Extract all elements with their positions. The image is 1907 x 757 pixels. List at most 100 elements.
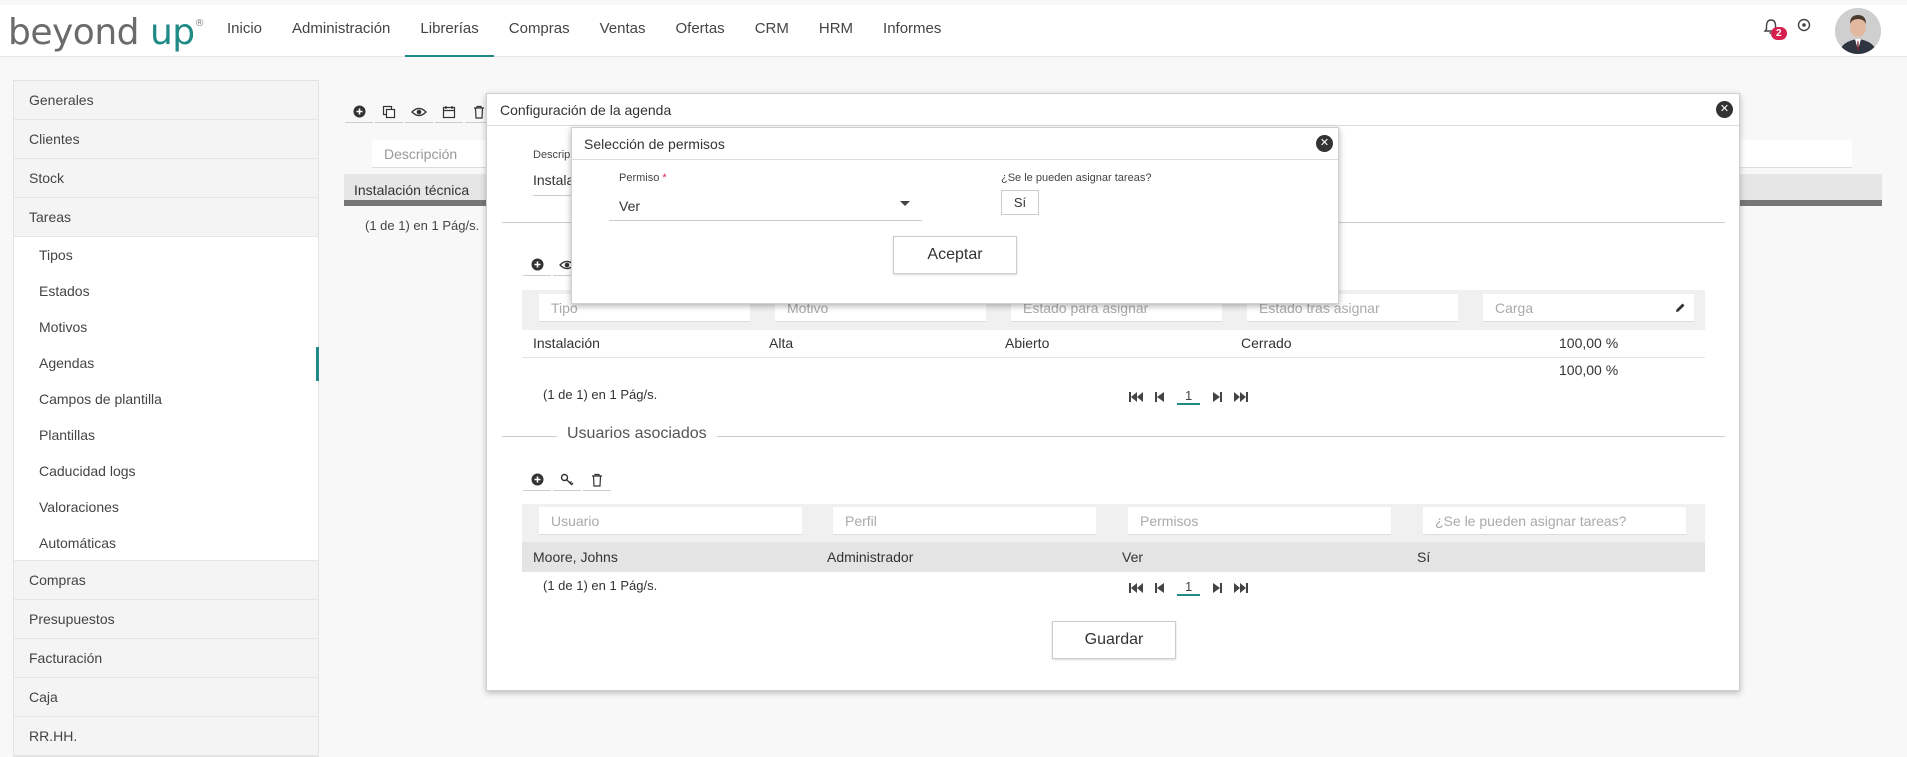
users-add-button[interactable] [523,469,551,491]
first-page-icon[interactable] [1129,391,1143,403]
task-estado-asignar-cell[interactable]: Abierto [1005,335,1049,351]
users-permissions-button[interactable] [553,469,581,491]
perfil-filter[interactable]: Perfil [833,507,1096,535]
plus-circle-icon [531,473,543,486]
sidebar-group-clientes[interactable]: Clientes [14,120,318,159]
background-toolbar [345,101,493,123]
sidebar-group-tareas[interactable]: Tareas [14,198,318,237]
power-icon[interactable] [1797,18,1811,32]
notification-badge: 2 [1771,27,1787,40]
next-page-icon[interactable] [1210,582,1224,594]
task-carga-cell[interactable]: 100,00 % [1559,335,1618,351]
nav-compras[interactable]: Compras [494,5,585,57]
view-button[interactable] [405,101,433,123]
users-toolbar [523,469,611,491]
logo-registered-mark: ® [194,18,205,29]
first-page-icon[interactable] [1129,582,1143,594]
next-page-icon[interactable] [1210,391,1224,403]
sidebar-item-estados[interactable]: Estados [14,273,318,309]
tasks-add-button[interactable] [523,254,551,276]
sidebar-item-caducidad-logs[interactable]: Caducidad logs [14,453,318,489]
key-icon [560,473,574,485]
page-number[interactable]: 1 [1177,579,1201,596]
row-divider [522,357,1705,358]
sidebar: Generales Clientes Stock Tareas Tipos Es… [13,80,319,757]
assign-toggle[interactable]: Sí [1001,190,1039,215]
user-permisos-cell: Ver [1122,549,1144,565]
nav-inicio[interactable]: Inicio [212,5,277,57]
sidebar-group-rrhh[interactable]: RR.HH. [14,717,318,756]
permiso-label: Permiso * [619,172,667,184]
dialog-title: Configuración de la agenda [487,94,1739,126]
close-icon[interactable]: ✕ [1716,101,1733,118]
chevron-down-icon [900,201,910,206]
trash-icon [592,473,602,487]
nav-informes[interactable]: Informes [868,5,956,57]
accept-button[interactable]: Aceptar [893,236,1017,274]
task-estado-tras-cell[interactable]: Cerrado [1241,335,1292,351]
calendar-button[interactable] [435,101,463,123]
prev-page-icon[interactable] [1153,391,1167,403]
trash-icon [474,105,484,119]
last-page-icon[interactable] [1234,391,1249,403]
last-page-icon[interactable] [1234,582,1249,594]
nav-hrm[interactable]: HRM [804,5,868,57]
task-motivo-cell[interactable]: Alta [769,335,793,351]
tasks-pager: 1 [1129,388,1249,405]
nav-ofertas[interactable]: Ofertas [661,5,740,57]
users-page-info: (1 de 1) en 1 Pág/s. [543,578,658,593]
nav-librerias[interactable]: Librerías [405,5,494,57]
sidebar-group-generales[interactable]: Generales [14,81,318,120]
close-icon[interactable]: ✕ [1316,135,1333,152]
prev-page-icon[interactable] [1153,582,1167,594]
sidebar-item-plantillas[interactable]: Plantillas [14,417,318,453]
sidebar-item-campos-plantilla[interactable]: Campos de plantilla [14,381,318,417]
sidebar-item-tipos[interactable]: Tipos [14,237,318,273]
copy-icon [382,105,396,118]
permissions-dialog: Selección de permisos ✕ Permiso * Ver ¿S… [571,127,1339,304]
required-mark: * [662,172,667,184]
users-pager: 1 [1129,579,1249,596]
assign-label: ¿Se le pueden asignar tareas? [1001,172,1152,184]
logo-text-beyond: beyond [8,12,140,53]
asignar-filter[interactable]: ¿Se le pueden asignar tareas? [1423,507,1686,535]
copy-button[interactable] [375,101,403,123]
permisos-filter[interactable]: Permisos [1128,507,1391,535]
table-row[interactable] [522,542,1705,572]
nav-crm[interactable]: CRM [740,5,804,57]
top-bar: beyond up® Inicio Administración Librerí… [0,5,1907,57]
main-nav: Inicio Administración Librerías Compras … [212,5,956,57]
carga-filter[interactable]: Carga [1483,294,1694,322]
sidebar-group-caja[interactable]: Caja [14,678,318,717]
tasks-total: 100,00 % [1559,362,1619,378]
nav-ventas[interactable]: Ventas [585,5,661,57]
task-tipo-cell[interactable]: Instalación [533,335,600,351]
permiso-select[interactable]: Ver [609,193,922,221]
sidebar-group-presupuestos[interactable]: Presupuestos [14,600,318,639]
nav-administracion[interactable]: Administración [277,5,405,57]
background-page-info: (1 de 1) en 1 Pág/s. [365,218,480,233]
save-button[interactable]: Guardar [1052,621,1176,659]
logo[interactable]: beyond up® [8,12,205,53]
add-button[interactable] [345,101,373,123]
sidebar-item-motivos[interactable]: Motivos [14,309,318,345]
sidebar-item-agendas[interactable]: Agendas [14,345,319,381]
eye-icon [411,107,427,116]
calendar-icon [442,105,456,118]
sidebar-group-compras[interactable]: Compras [14,561,318,600]
tasks-page-info: (1 de 1) en 1 Pág/s. [543,387,658,402]
pencil-icon[interactable] [1674,302,1686,314]
users-delete-button[interactable] [583,469,611,491]
sidebar-item-valoraciones[interactable]: Valoraciones [14,489,318,525]
avatar-image [1835,8,1881,54]
description-label: Descrip [533,149,571,161]
page-number[interactable]: 1 [1177,388,1201,405]
sidebar-group-facturacion[interactable]: Facturación [14,639,318,678]
logo-text-up: up [149,12,195,53]
avatar[interactable] [1835,8,1881,54]
permiso-select-value: Ver [619,198,641,214]
usuario-filter[interactable]: Usuario [539,507,802,535]
user-usuario-cell: Moore, Johns [533,549,618,565]
sidebar-item-automaticas[interactable]: Automáticas [14,525,318,561]
sidebar-group-stock[interactable]: Stock [14,159,318,198]
